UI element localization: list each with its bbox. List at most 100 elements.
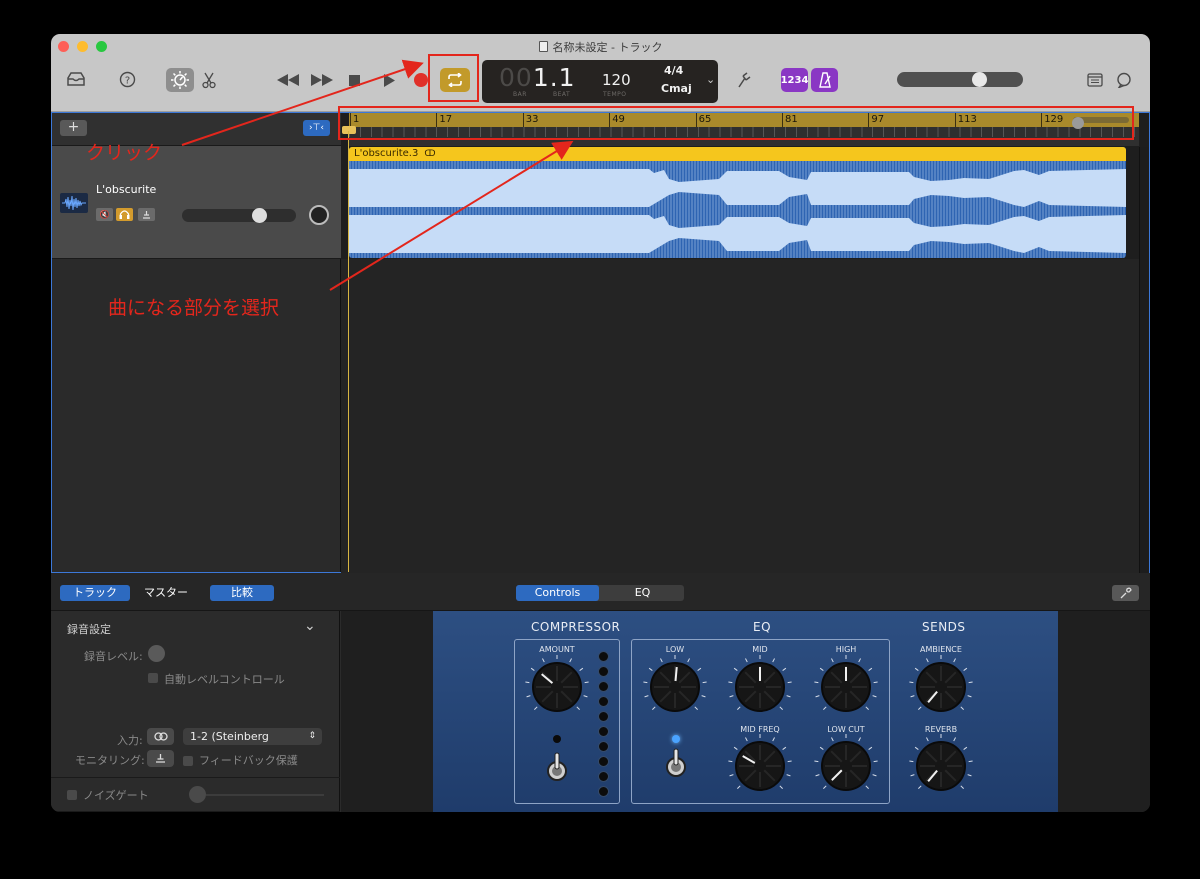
- lcd-tempo: 120: [602, 71, 631, 89]
- compare-button[interactable]: 比較: [210, 585, 274, 601]
- reverb-knob[interactable]: [909, 734, 973, 791]
- loop-browser-icon[interactable]: [1115, 71, 1133, 89]
- annotation-select-label: 曲になる部分を選択: [108, 297, 280, 319]
- lcd-time-signature: 4/4: [664, 64, 684, 77]
- amount-knob[interactable]: [525, 655, 589, 712]
- smart-controls-pane: トラック マスター 比較 Controls EQ 録音設定 ⌄ 録音レベル: 自…: [51, 573, 1150, 812]
- lcd-beat-sep: .: [549, 63, 559, 92]
- channel-strip-panel: COMPRESSOR EQ SENDS AMOUNT LOW MID HIGH …: [433, 611, 1058, 812]
- master-volume-slider[interactable]: [897, 72, 1023, 87]
- lcd-beat: 1: [558, 63, 576, 92]
- rewind-icon[interactable]: [276, 71, 300, 89]
- chevron-down-icon[interactable]: ⌄: [706, 73, 715, 86]
- lcd-bar: 1: [532, 63, 550, 92]
- notepad-icon[interactable]: [1086, 71, 1104, 89]
- record-level-knob[interactable]: [148, 645, 165, 662]
- feedback-label: フィードバック保護: [199, 754, 298, 767]
- noise-gate-slider[interactable]: [206, 794, 324, 796]
- tuner-icon[interactable]: [734, 71, 754, 89]
- feedback-checkbox[interactable]: [183, 756, 193, 766]
- scissors-icon[interactable]: [200, 71, 218, 89]
- recording-settings-title[interactable]: 録音設定: [67, 621, 111, 637]
- vertical-scrollbar[interactable]: [1139, 147, 1149, 573]
- input-select[interactable]: 1-2 (Steinberg ⇕: [183, 728, 322, 745]
- tab-track[interactable]: トラック: [60, 585, 130, 601]
- toolbar: 名称未設定 - トラック ? 001.1 BAR BEAT 120 TEMPO …: [51, 34, 1150, 112]
- compressor-toggle-switch[interactable]: [546, 751, 568, 785]
- region-header[interactable]: L'obscurite.3 ↀ: [349, 147, 1126, 161]
- divider: [51, 777, 340, 778]
- knob-layer: [525, 655, 973, 791]
- mute-icon[interactable]: 🔇: [96, 208, 113, 221]
- record-icon[interactable]: [413, 72, 429, 88]
- inspector: 録音設定 ⌄ 録音レベル: 自動レベルコントロール 入力: 1-2 (Stein…: [51, 611, 340, 812]
- eq-led: [672, 735, 680, 743]
- track-volume-slider[interactable]: [182, 209, 296, 222]
- compressor-led: [553, 735, 561, 743]
- loop-icon: ↀ: [424, 149, 436, 159]
- lcd-bar-label: BAR: [513, 91, 527, 98]
- wrench-icon[interactable]: [1112, 585, 1139, 601]
- tab-master[interactable]: マスター: [131, 585, 201, 601]
- monitoring-icon[interactable]: [147, 750, 174, 767]
- auto-level-label: 自動レベルコントロール: [164, 673, 285, 686]
- smart-controls: COMPRESSOR EQ SENDS AMOUNT LOW MID HIGH …: [341, 611, 1150, 812]
- tracks-area: + ›⊤‹ L'obscurite 🔇 1 17 33 49 65 81 97 …: [51, 112, 1150, 573]
- high-knob[interactable]: [814, 655, 878, 712]
- smart-controls-icon[interactable]: [166, 68, 194, 92]
- noise-gate-label: ノイズゲート: [83, 789, 149, 802]
- window-title: 名称未設定 - トラック: [51, 39, 1150, 55]
- solo-headphones-icon[interactable]: [116, 208, 133, 221]
- track-pan-knob[interactable]: [309, 205, 329, 225]
- editor-tab-bar: トラック マスター 比較 Controls EQ: [51, 573, 1150, 611]
- record-enable-icon[interactable]: [138, 208, 155, 221]
- low-knob[interactable]: [643, 655, 707, 712]
- auto-level-checkbox[interactable]: [148, 673, 158, 683]
- noise-gate-knob[interactable]: [189, 786, 206, 803]
- stereo-input-icon[interactable]: [147, 728, 174, 745]
- library-icon[interactable]: [65, 70, 87, 88]
- play-icon[interactable]: [382, 72, 396, 88]
- gain-reduction-meter: [598, 651, 610, 801]
- lcd-bar-prefix: 00: [499, 63, 533, 92]
- mid-knob[interactable]: [728, 655, 792, 712]
- chevron-down-icon[interactable]: ⌄: [304, 618, 316, 634]
- playhead-line: [348, 131, 349, 572]
- count-in-icon[interactable]: 1234: [781, 68, 808, 92]
- annotation-box-ruler: [338, 106, 1134, 140]
- garageband-window: 名称未設定 - トラック ? 001.1 BAR BEAT 120 TEMPO …: [51, 34, 1150, 812]
- track-headers: + ›⊤‹ L'obscurite 🔇: [52, 113, 341, 572]
- updown-icon: ⇕: [308, 731, 316, 741]
- low-cut-knob[interactable]: [814, 734, 878, 791]
- add-track-button[interactable]: +: [60, 120, 87, 136]
- tab-eq[interactable]: EQ: [601, 585, 684, 601]
- lcd-tempo-label: TEMPO: [603, 91, 627, 98]
- svg-text:?: ?: [124, 75, 129, 86]
- record-level-label: 録音レベル:: [84, 650, 143, 663]
- mid-freq-knob[interactable]: [728, 734, 792, 791]
- noise-gate-checkbox[interactable]: [67, 790, 77, 800]
- input-label: 入力:: [117, 734, 143, 747]
- waveform-icon: [60, 193, 88, 213]
- waveform-display: [349, 161, 1126, 258]
- stop-icon[interactable]: [347, 73, 361, 87]
- lcd-beat-label: BEAT: [553, 91, 571, 98]
- eq-toggle-switch[interactable]: [665, 747, 687, 781]
- help-icon[interactable]: ?: [118, 70, 136, 88]
- annotation-click-label: クリック: [86, 142, 163, 164]
- annotation-box-cycle: [428, 54, 479, 102]
- track-name[interactable]: L'obscurite: [96, 183, 156, 196]
- monitoring-label: モニタリング:: [75, 754, 145, 767]
- ambience-knob[interactable]: [909, 655, 973, 712]
- tab-controls[interactable]: Controls: [516, 585, 599, 601]
- catch-playhead-button[interactable]: ›⊤‹: [303, 120, 330, 136]
- audio-region[interactable]: L'obscurite.3 ↀ: [349, 147, 1126, 258]
- track-lane-empty: [341, 259, 1149, 573]
- document-icon: [538, 41, 548, 52]
- divider: [51, 811, 340, 812]
- metronome-icon[interactable]: [811, 68, 838, 92]
- region-name: L'obscurite.3: [354, 148, 419, 159]
- lcd-key: Cmaj: [661, 82, 692, 95]
- fast-forward-icon[interactable]: [310, 71, 334, 89]
- lcd-display[interactable]: 001.1 BAR BEAT 120 TEMPO 4/4 Cmaj ⌄: [482, 60, 718, 103]
